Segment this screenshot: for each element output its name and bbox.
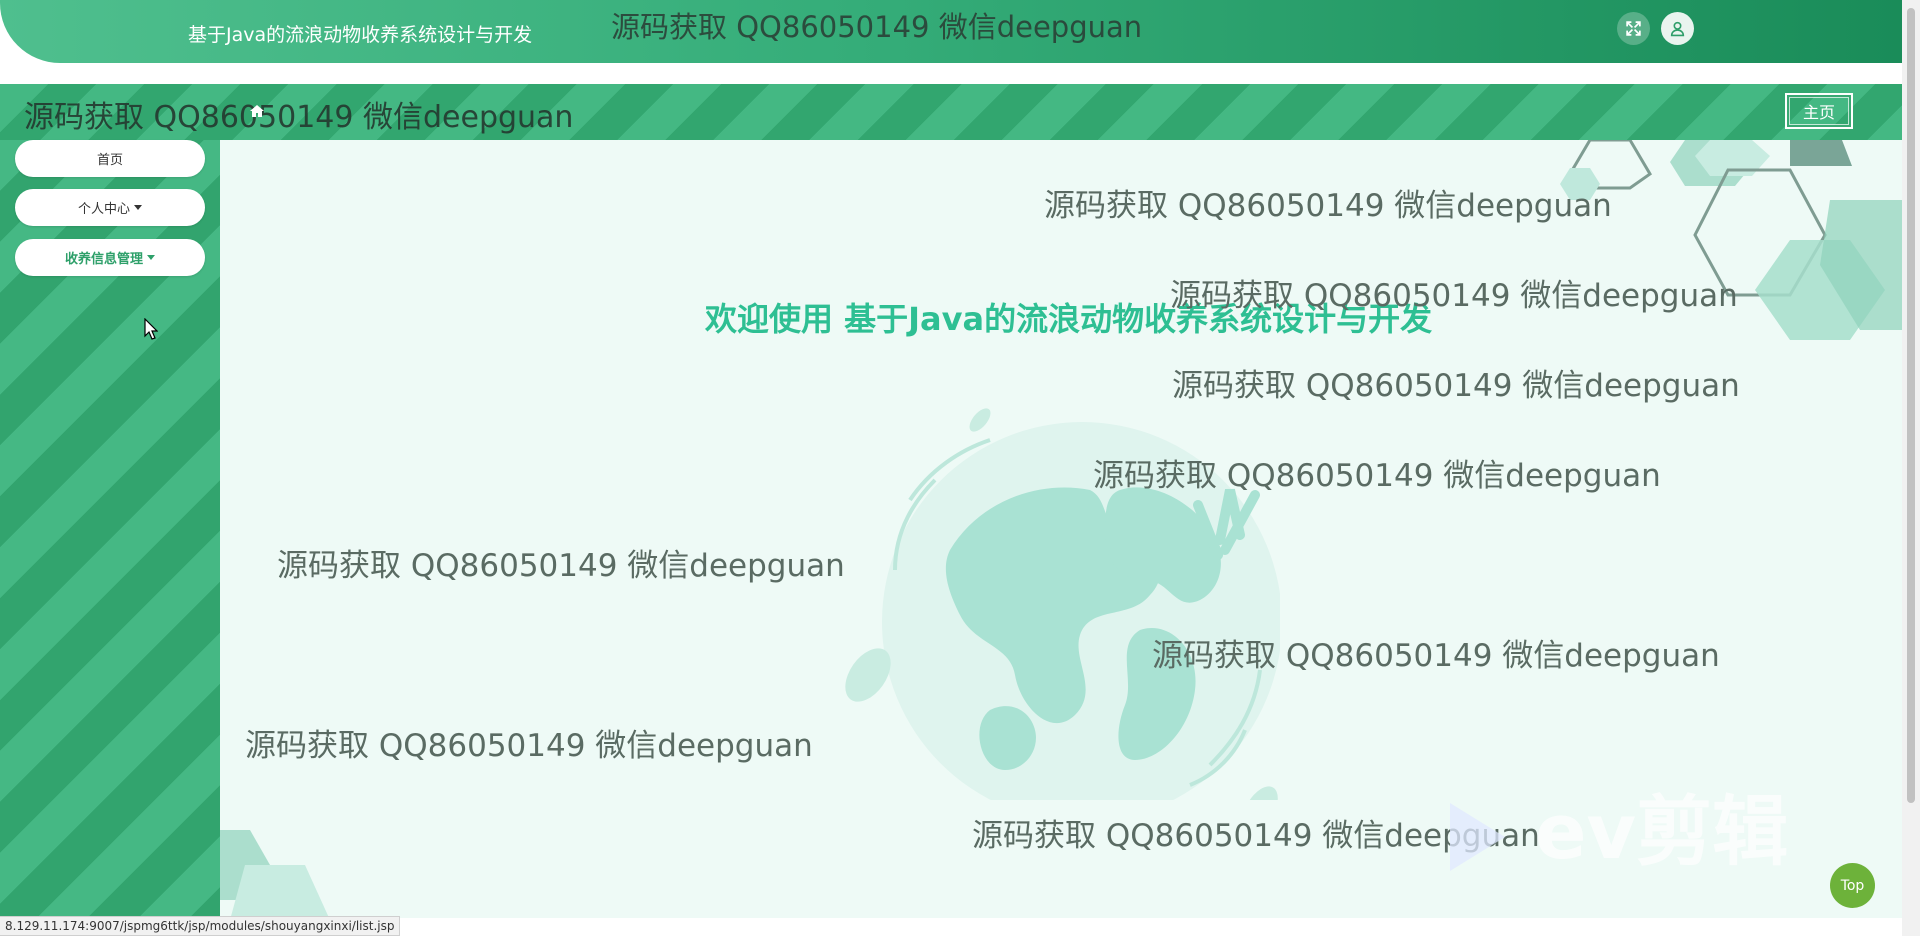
corner-decoration	[220, 830, 330, 918]
breadcrumb-bar: 源码获取 QQ86050149 微信deepguan 主页	[0, 84, 1902, 140]
mouse-cursor-icon	[144, 318, 158, 340]
caret-down-icon	[147, 255, 155, 260]
app-title: 基于Java的流浪动物收养系统设计与开发	[188, 24, 533, 46]
video-watermark: ev剪辑	[1450, 770, 1788, 880]
sidebar-item-adoption-management[interactable]: 收养信息管理	[15, 239, 205, 276]
top-header: 基于Java的流浪动物收养系统设计与开发 源码获取 QQ86050149 微信d…	[0, 0, 1902, 63]
back-to-top-button[interactable]: Top	[1830, 863, 1875, 908]
scrollbar-thumb[interactable]	[1907, 8, 1915, 803]
fullscreen-button[interactable]	[1617, 12, 1650, 45]
scrollbar[interactable]	[1902, 0, 1920, 936]
watermark-text: 源码获取 QQ86050149 微信deepguan	[1172, 368, 1740, 404]
watermark-text: 源码获取 QQ86050149 微信deepguan	[277, 548, 845, 584]
watermark-text: 源码获取 QQ86050149 微信deepguan	[245, 728, 813, 764]
user-icon	[1670, 21, 1685, 37]
home-icon	[250, 105, 264, 117]
watermark-text: 源码获取 QQ86050149 微信deepguan	[1093, 458, 1661, 494]
watermark-text: 源码获取 QQ86050149 微信deepguan	[611, 10, 1143, 44]
caret-down-icon	[134, 205, 142, 210]
sidebar-item-label: 个人中心	[77, 202, 130, 217]
watermark-text: 源码获取 QQ86050149 微信deepguan	[24, 100, 574, 135]
globe-illustration	[845, 408, 1280, 800]
main-content: 欢迎使用 基于Java的流浪动物收养系统设计与开发 源码获取 QQ8605014…	[220, 140, 1902, 918]
sidebar: 首页 个人中心 收养信息管理	[0, 140, 220, 936]
watermark-text: 源码获取 QQ86050149 微信deepguan	[1152, 638, 1720, 674]
status-url: 8.129.11.174:9007/jspmg6ttk/jsp/modules/…	[0, 916, 401, 936]
expand-icon	[1626, 21, 1641, 36]
watermark-text: 源码获取 QQ86050149 微信deepguan	[1170, 278, 1738, 314]
hexagon-decoration	[1560, 140, 1902, 340]
sidebar-item-label: 首页	[96, 153, 123, 168]
play-icon	[1450, 803, 1505, 871]
watermark-text: 源码获取 QQ86050149 微信deepguan	[1044, 188, 1612, 224]
user-button[interactable]	[1661, 12, 1694, 45]
sidebar-item-label: 收养信息管理	[64, 252, 143, 267]
sidebar-item-personal-center[interactable]: 个人中心	[15, 189, 205, 226]
home-page-button[interactable]: 主页	[1785, 93, 1853, 129]
sidebar-item-home[interactable]: 首页	[15, 140, 205, 177]
video-watermark-text: ev剪辑	[1535, 787, 1789, 876]
